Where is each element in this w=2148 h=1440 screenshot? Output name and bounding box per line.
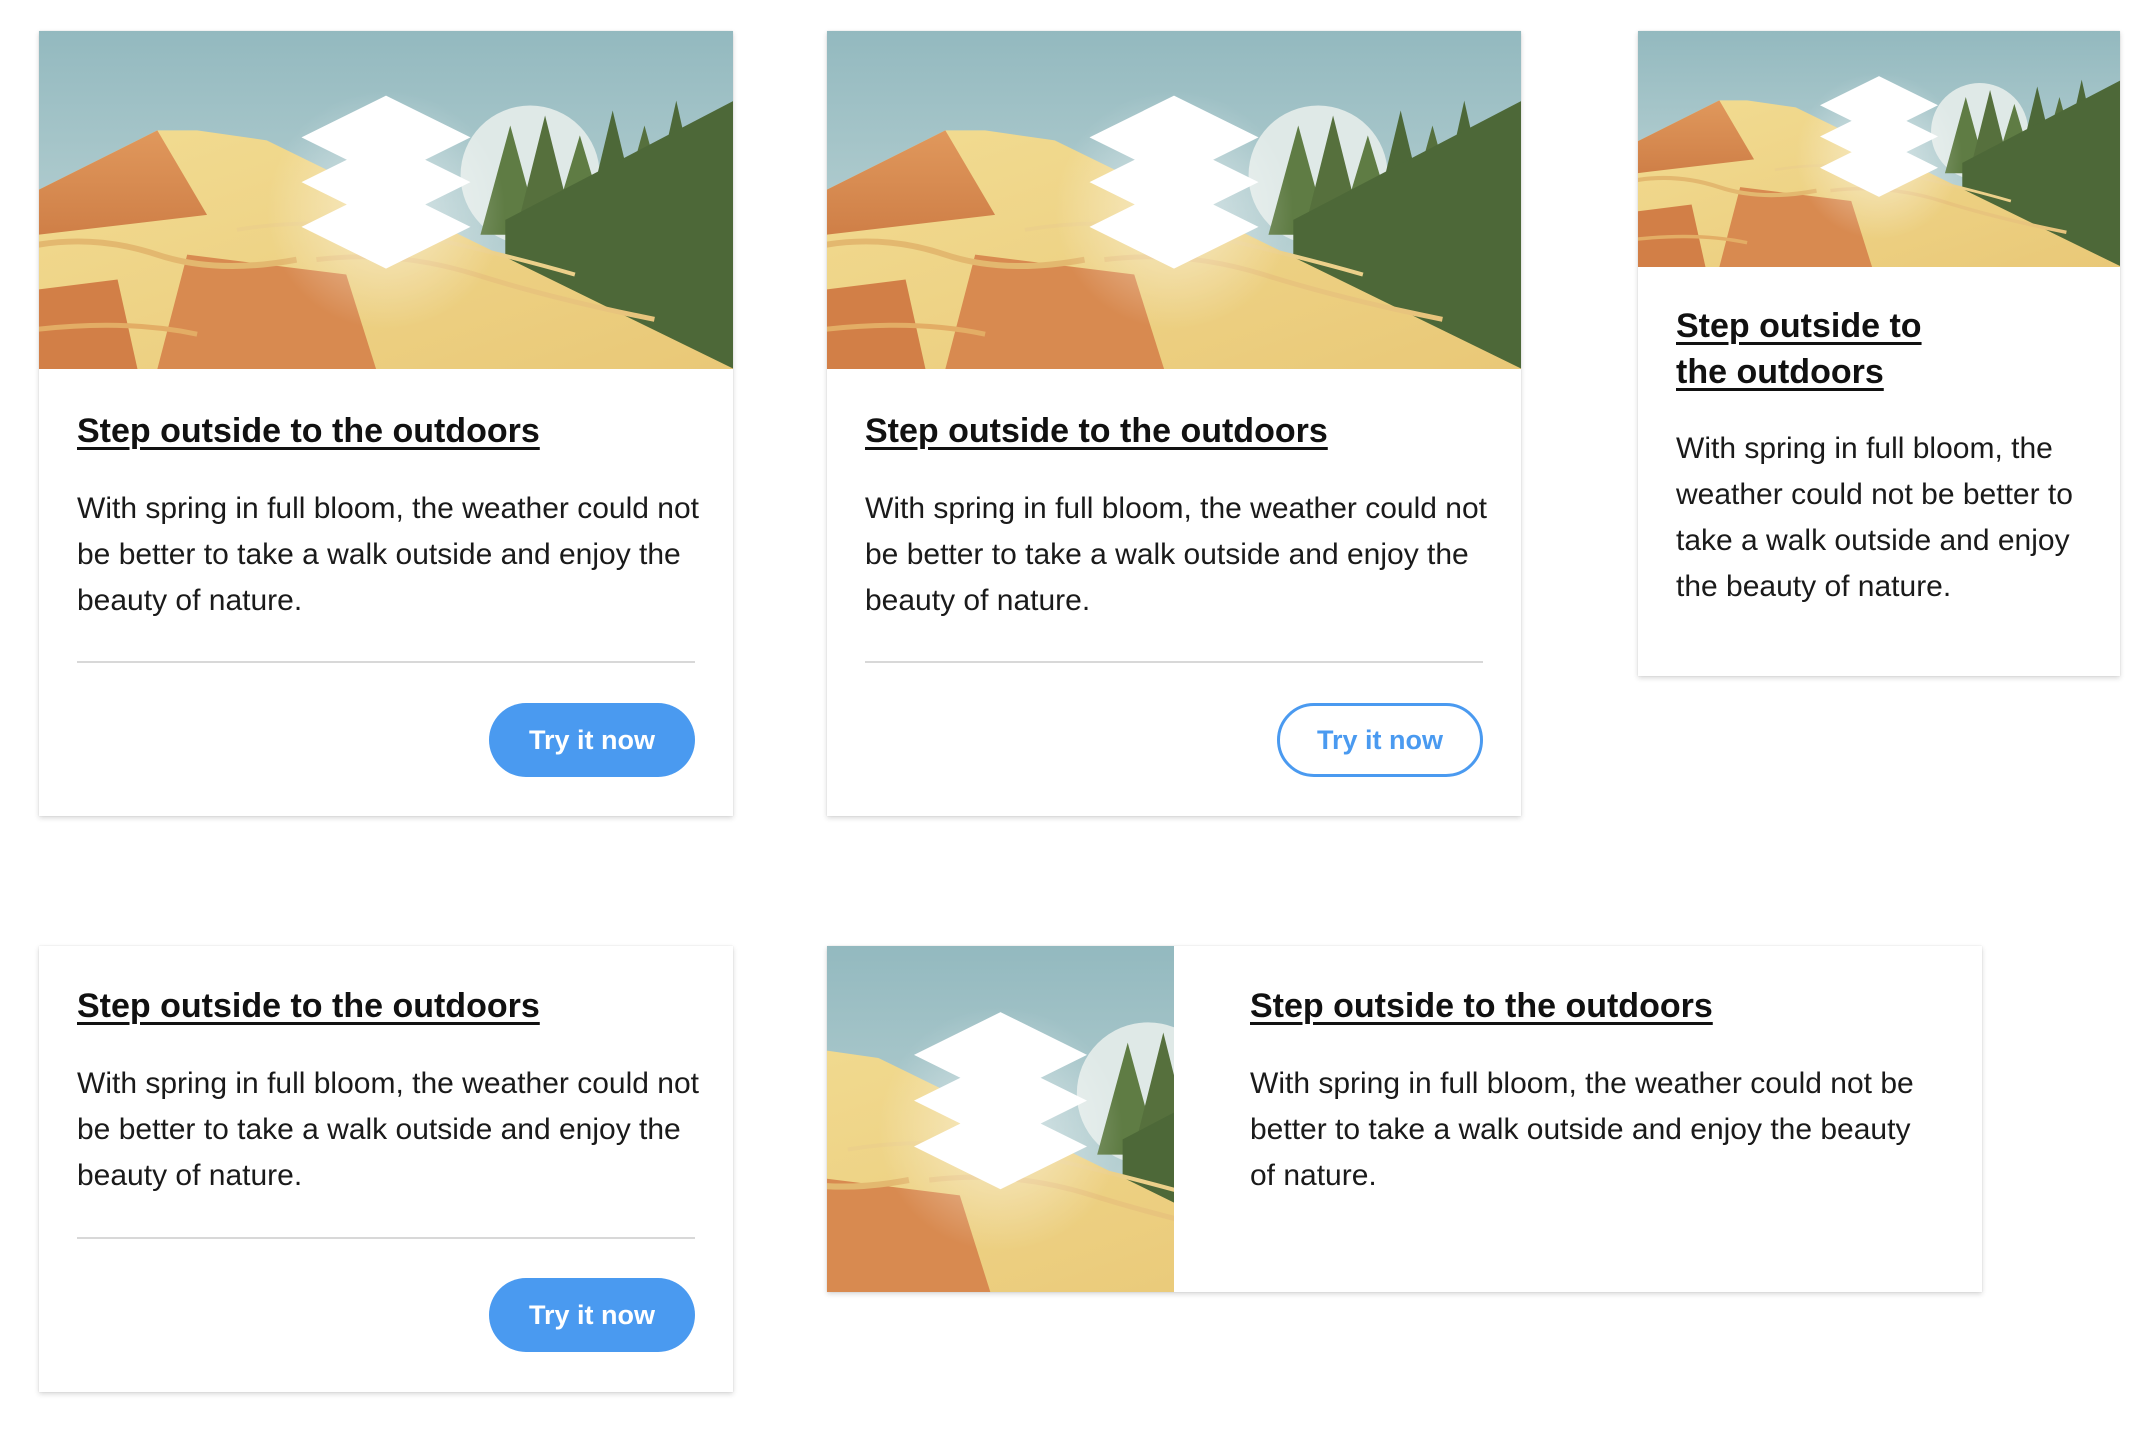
card-title[interactable]: Step outside to the outdoors [1676, 303, 1966, 395]
try-it-now-button[interactable]: Try it now [1277, 703, 1483, 777]
divider [865, 661, 1483, 663]
card-description: With spring in full bloom, the weather c… [1250, 1067, 1914, 1192]
card-title[interactable]: Step outside to the outdoors [1250, 983, 1930, 1029]
card-vertical-outline: Step outside to the outdoors With spring… [827, 31, 1521, 816]
card-description: With spring in full bloom, the weather c… [1676, 432, 2073, 603]
try-it-now-button[interactable]: Try it now [489, 703, 695, 777]
card-image [827, 946, 1174, 1292]
card-title[interactable]: Step outside to the outdoors [865, 408, 1485, 454]
card-description: With spring in full bloom, the weather c… [865, 492, 1487, 617]
layers-icon [1638, 31, 2120, 267]
card-no-image: Step outside to the outdoors With spring… [39, 946, 733, 1392]
card-vertical-filled: Step outside to the outdoors With spring… [39, 31, 733, 816]
card-description: With spring in full bloom, the weather c… [77, 492, 699, 617]
divider [77, 1237, 695, 1239]
card-image [39, 31, 733, 369]
divider [77, 661, 695, 663]
try-it-now-button[interactable]: Try it now [489, 1278, 695, 1352]
card-title[interactable]: Step outside to the outdoors [77, 983, 697, 1029]
layers-icon [827, 31, 1521, 369]
card-narrow: Step outside to the outdoors With spring… [1638, 31, 2120, 676]
layers-icon [827, 946, 1174, 1292]
card-horizontal: Step outside to the outdoors With spring… [827, 946, 1982, 1292]
card-title[interactable]: Step outside to the outdoors [77, 408, 697, 454]
layers-icon [39, 31, 733, 369]
card-image [1638, 31, 2120, 267]
card-description: With spring in full bloom, the weather c… [77, 1067, 699, 1192]
card-image [827, 31, 1521, 369]
